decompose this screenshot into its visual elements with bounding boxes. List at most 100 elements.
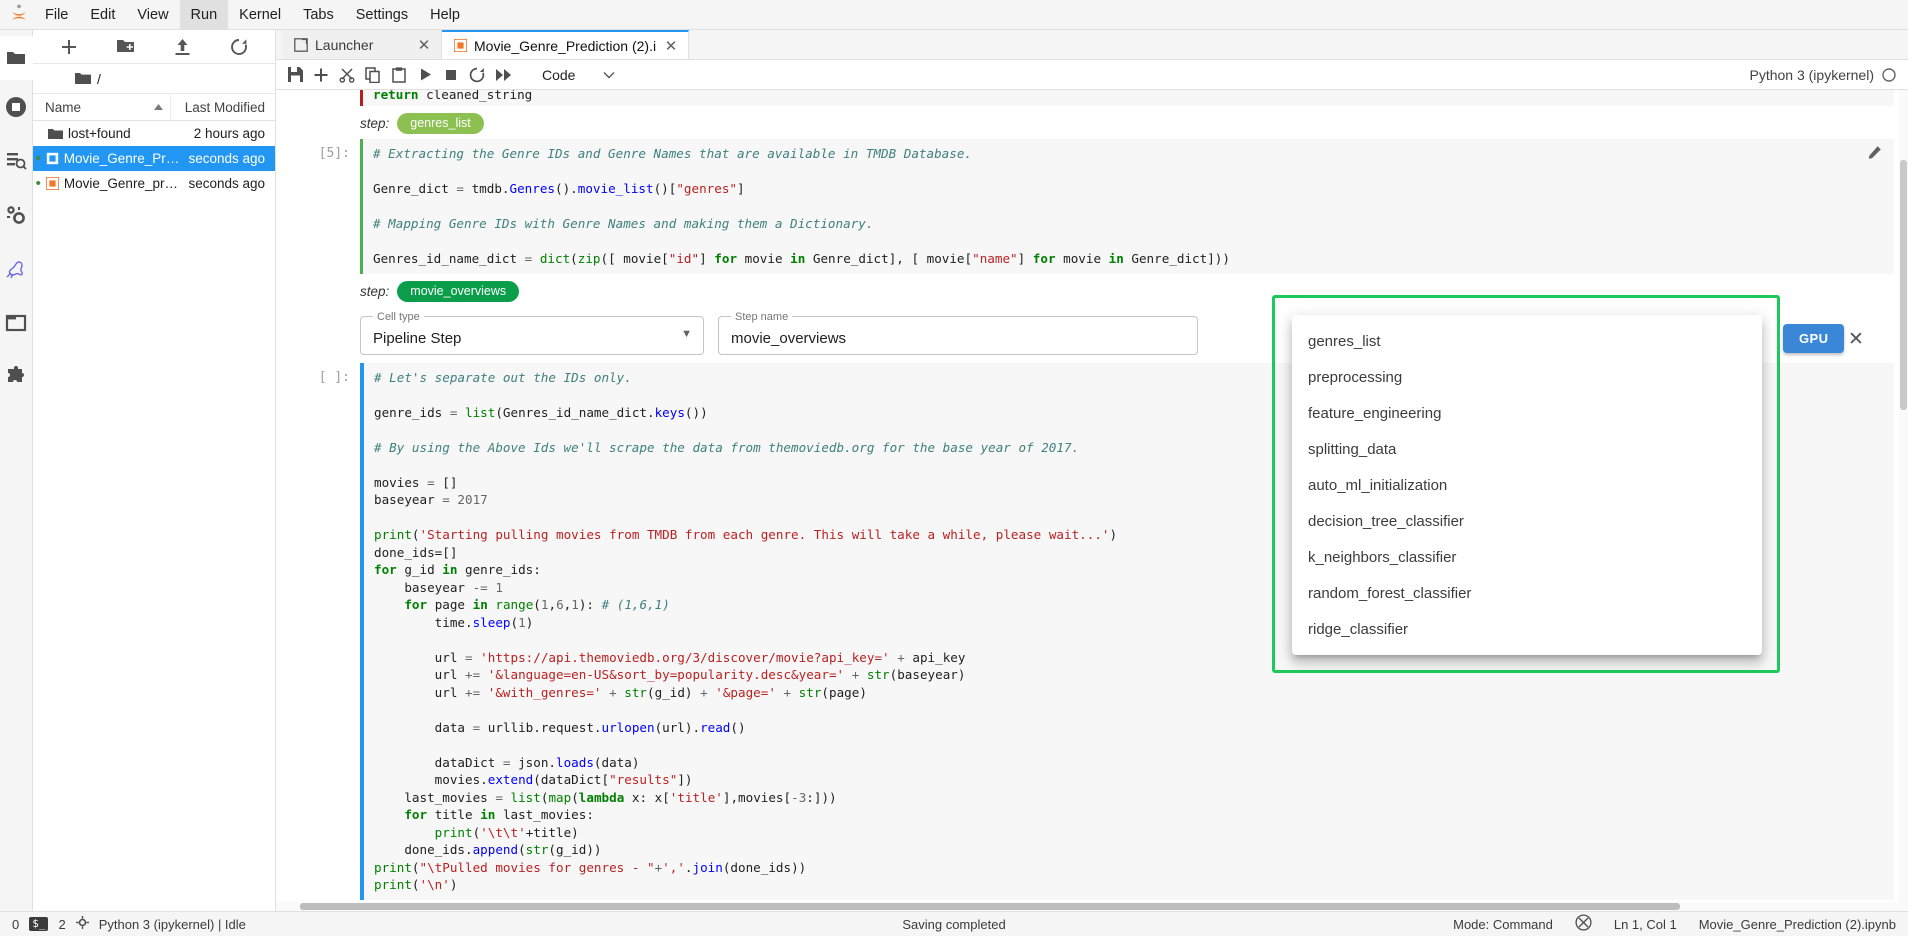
close-icon[interactable]: ✕	[663, 37, 679, 55]
notification-muted-icon[interactable]	[1575, 914, 1592, 934]
refresh-icon	[230, 38, 247, 55]
scrollbar-thumb[interactable]	[1900, 160, 1907, 410]
cell-input-area[interactable]: # Extracting the Genre IDs and Genre Nam…	[360, 139, 1894, 274]
dropdown-item-ridge-classifier[interactable]: ridge_classifier	[1292, 611, 1762, 647]
step-name-field[interactable]: Step name movie_overviews	[718, 310, 1198, 355]
sidebar-item-running-sessions[interactable]	[0, 80, 33, 134]
refresh-button[interactable]	[225, 33, 253, 61]
step-name-dropdown-menu[interactable]: genres_list preprocessing feature_engineer…	[1292, 315, 1762, 655]
terminal-chip-icon[interactable]: $_	[29, 917, 49, 931]
cell-source-code[interactable]: # Extracting the Genre IDs and Genre Nam…	[373, 145, 1884, 268]
cursor-position: Ln 1, Col 1	[1613, 916, 1677, 932]
menu-run[interactable]: Run	[179, 0, 229, 30]
menu-bar: File Edit View Run Kernel Tabs Settings …	[0, 0, 1908, 30]
gpu-button[interactable]: GPU	[1783, 324, 1845, 353]
close-icon[interactable]: ✕	[1848, 330, 1864, 349]
kernels-count[interactable]: 2	[58, 917, 65, 932]
file-browser-toolbar	[33, 30, 275, 64]
gears-icon	[7, 206, 25, 224]
menu-help[interactable]: Help	[419, 0, 471, 30]
terminals-count[interactable]: 0	[12, 917, 19, 932]
kernel-icon[interactable]	[75, 916, 89, 932]
step-tag-genres-list[interactable]: genres_list	[397, 113, 484, 134]
run-cell-button[interactable]	[412, 62, 438, 88]
sidebar-item-file-browser[interactable]	[0, 36, 33, 80]
dropdown-item-auto-ml-initialization[interactable]: auto_ml_initialization	[1292, 467, 1762, 503]
caret-down-icon[interactable]: ▼	[681, 328, 692, 340]
scrollbar-thumb[interactable]	[300, 903, 1680, 910]
sidebar-item-table-of-contents[interactable]	[0, 134, 33, 188]
kernel-idle-circle-icon	[1882, 67, 1896, 82]
step-tag-movie-overviews[interactable]: movie_overviews	[397, 280, 520, 302]
file-name: Movie_Genre_Predic...	[63, 151, 184, 166]
sidebar-item-extension-manager[interactable]	[0, 350, 33, 404]
running-indicator: •	[35, 174, 41, 192]
list-item[interactable]: • Movie_Genre_predic... seconds ago	[33, 171, 275, 196]
notebook-horizontal-scrollbar[interactable]	[276, 902, 1908, 911]
status-bar: 0 $_ 2 Python 3 (ipykernel) | Idle Savin…	[0, 911, 1908, 936]
notebook-cell-genres-list[interactable]: [5]: # Extracting the Genre IDs and Genr…	[276, 139, 1908, 274]
notebook-icon	[43, 177, 60, 190]
notebook-vertical-scrollbar[interactable]	[1899, 90, 1908, 911]
insert-cell-button[interactable]	[308, 62, 334, 88]
new-launcher-button[interactable]	[55, 33, 83, 61]
sidebar-item-kale-panel[interactable]	[0, 242, 33, 296]
list-item[interactable]: • Movie_Genre_Predic... seconds ago	[33, 146, 275, 171]
dropdown-item-splitting-data[interactable]: splitting_data	[1292, 431, 1762, 467]
dropdown-item-preprocessing[interactable]: preprocessing	[1292, 359, 1762, 395]
file-modified: seconds ago	[188, 151, 265, 166]
dropdown-item-feature-engineering[interactable]: feature_engineering	[1292, 395, 1762, 431]
menu-edit[interactable]: Edit	[79, 0, 126, 30]
dropdown-item-genres-list[interactable]: genres_list	[1292, 323, 1762, 359]
notebook-cell-partial[interactable]: return cleaned_string	[276, 90, 1908, 106]
edit-pencil-icon[interactable]	[1866, 145, 1884, 163]
plus-icon	[62, 39, 77, 54]
cell-type-value: Pipeline Step	[373, 329, 462, 347]
sidebar-item-open-tabs[interactable]	[0, 296, 33, 350]
save-button[interactable]	[282, 62, 308, 88]
restart-kernel-button[interactable]	[464, 62, 490, 88]
step-name-legend: Step name	[735, 310, 789, 323]
step-label: step:	[360, 283, 390, 299]
interrupt-kernel-button[interactable]	[438, 62, 464, 88]
list-item[interactable]: lost+found 2 hours ago	[33, 121, 275, 146]
sidebar-item-property-inspector[interactable]	[0, 188, 33, 242]
upload-icon	[175, 38, 190, 55]
dropdown-item-random-forest-classifier[interactable]: random_forest_classifier	[1292, 575, 1762, 611]
menu-kernel[interactable]: Kernel	[228, 0, 292, 30]
window-icon	[5, 314, 27, 332]
tab-bar: Launcher ✕ Movie_Genre_Prediction (2).i …	[276, 30, 1908, 60]
restart-and-run-all-button[interactable]	[490, 62, 516, 88]
running-terminals-icon	[6, 97, 26, 117]
upload-button[interactable]	[168, 33, 196, 61]
cell-input-area[interactable]: return cleaned_string	[360, 90, 1894, 106]
column-header-modified[interactable]: Last Modified	[171, 100, 275, 115]
dropdown-item-decision-tree-classifier[interactable]: decision_tree_classifier	[1292, 503, 1762, 539]
copy-icon	[365, 66, 380, 83]
tab-launcher[interactable]: Launcher ✕	[282, 30, 442, 59]
file-modified: 2 hours ago	[193, 126, 265, 141]
cut-cell-button[interactable]	[334, 62, 360, 88]
chevron-down-icon	[603, 71, 615, 78]
cell-type-dropdown[interactable]: Code	[536, 65, 621, 85]
paste-cell-button[interactable]	[386, 62, 412, 88]
tab-notebook[interactable]: Movie_Genre_Prediction (2).i ✕	[442, 30, 690, 59]
breadcrumb[interactable]: /	[33, 64, 275, 94]
new-folder-button[interactable]	[112, 33, 140, 61]
file-browser: / Name Last Modified lost+found 2 hours …	[33, 30, 276, 911]
folder-icon	[75, 73, 91, 84]
menu-tabs[interactable]: Tabs	[292, 0, 345, 30]
dropdown-item-k-neighbors-classifier[interactable]: k_neighbors_classifier	[1292, 539, 1762, 575]
menu-file[interactable]: File	[34, 0, 79, 30]
cell-prompt: [ ]:	[318, 369, 350, 385]
close-icon[interactable]: ✕	[416, 36, 432, 54]
menu-view[interactable]: View	[126, 0, 179, 30]
copy-cell-button[interactable]	[360, 62, 386, 88]
folder-icon	[6, 52, 25, 64]
cell-type-field[interactable]: Cell type Pipeline Step ▼	[360, 310, 704, 355]
new-folder-icon	[117, 40, 135, 52]
column-header-name[interactable]: Name	[33, 94, 171, 120]
kernel-indicator[interactable]: Python 3 (ipykernel)	[1749, 67, 1902, 83]
menu-settings[interactable]: Settings	[345, 0, 419, 30]
file-name: lost+found	[68, 126, 131, 141]
